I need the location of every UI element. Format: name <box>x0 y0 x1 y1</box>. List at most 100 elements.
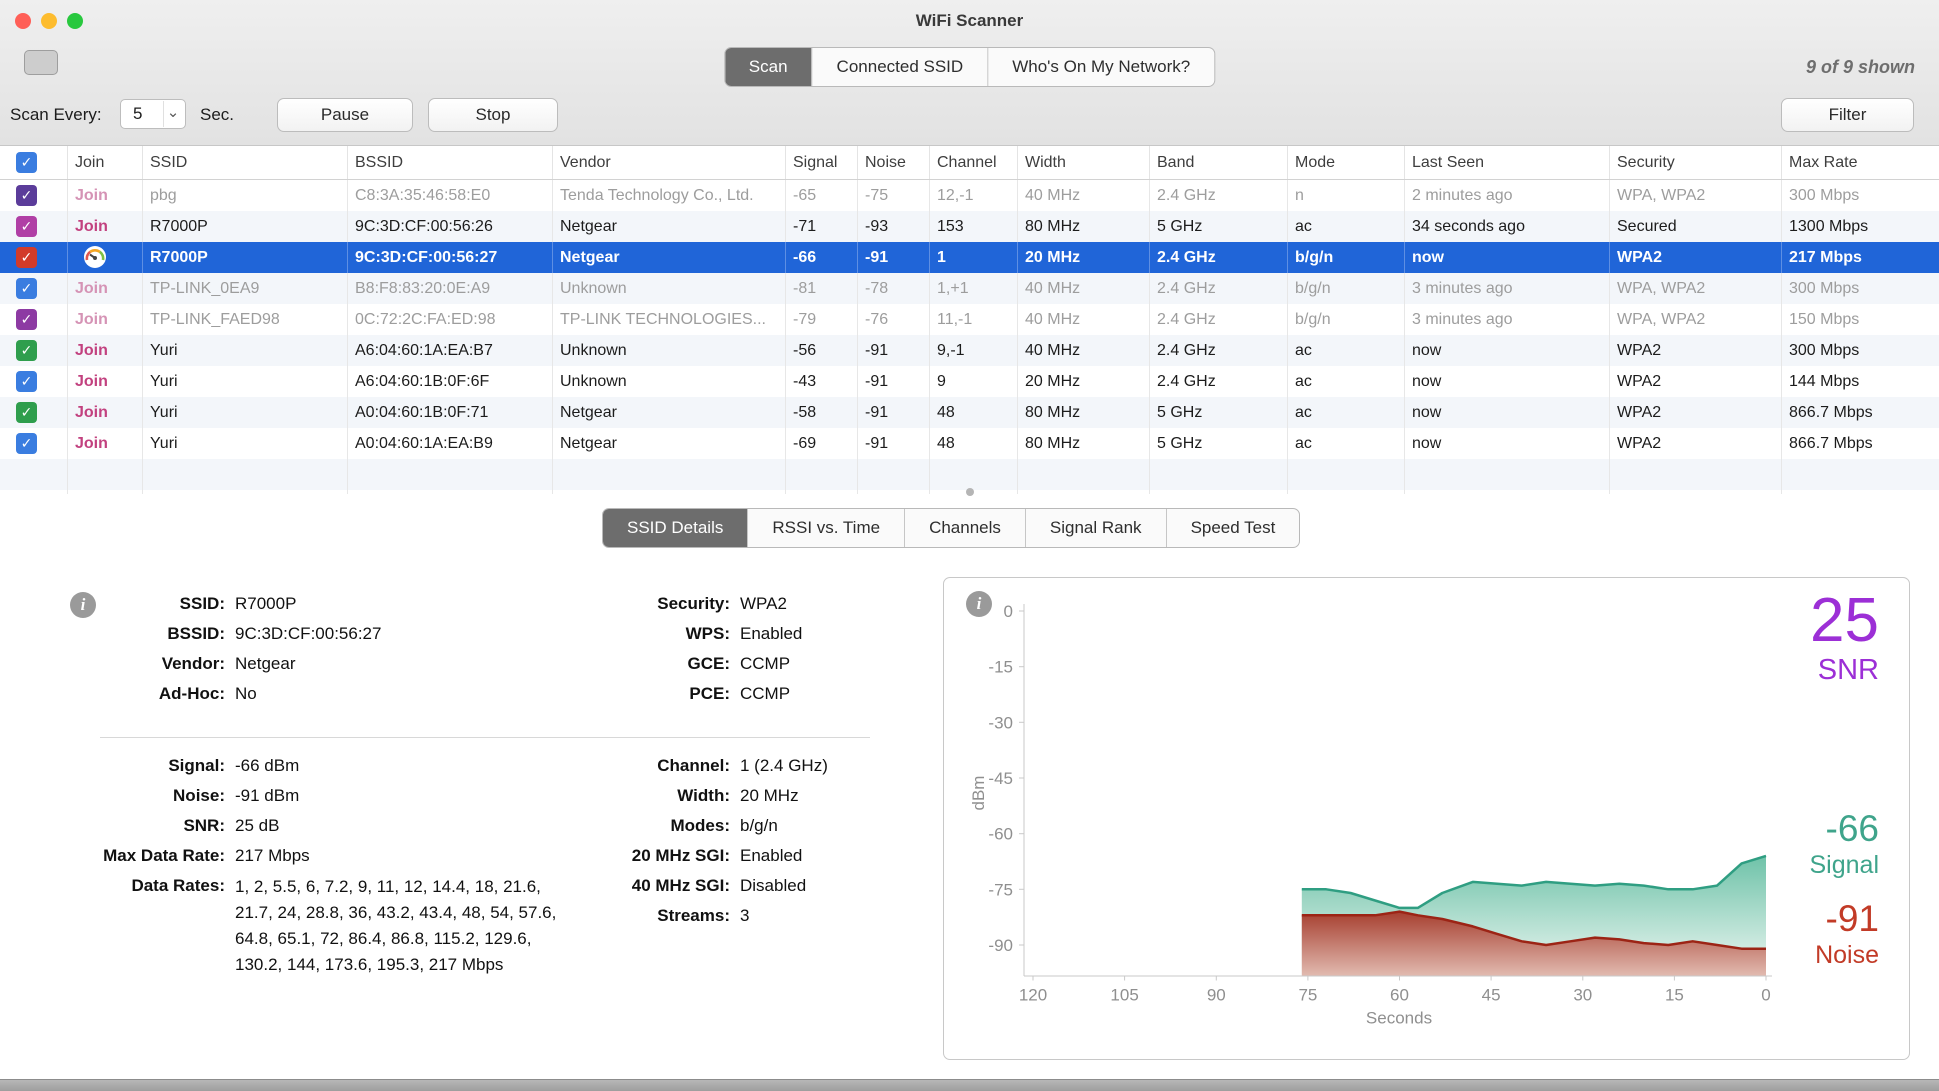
cell-mode: ac <box>1288 428 1405 459</box>
toolbar-tab-connected-ssid[interactable]: Connected SSID <box>812 48 988 86</box>
empty-cell <box>553 490 786 494</box>
column-header-mode[interactable]: Mode <box>1288 146 1405 179</box>
join-button[interactable]: Join <box>75 404 108 421</box>
row-checkbox[interactable]: ✓ <box>16 278 37 299</box>
detail-tab-signal-rank[interactable]: Signal Rank <box>1025 509 1166 547</box>
cell-ssid: Yuri <box>143 335 348 366</box>
table-row-tp-link-faed98[interactable]: ✓JoinTP-LINK_FAED980C:72:2C:FA:ED:98TP-L… <box>0 304 1939 335</box>
close-button[interactable] <box>15 13 31 29</box>
row-checkbox[interactable]: ✓ <box>16 402 37 423</box>
wifi-scanner-window: WiFi Scanner ScanConnected SSIDWho's On … <box>0 0 1939 1091</box>
detail-label-vendor: Vendor: <box>35 649 225 679</box>
cell-last_seen: 3 minutes ago <box>1405 273 1610 304</box>
empty-cell <box>0 459 68 490</box>
cell-security: WPA2 <box>1610 335 1782 366</box>
row-checkbox[interactable]: ✓ <box>16 185 37 206</box>
row-checkbox[interactable]: ✓ <box>16 247 37 268</box>
table-row-yuri[interactable]: ✓JoinYuriA0:04:60:1B:0F:71Netgear-58-914… <box>0 397 1939 428</box>
row-checkbox[interactable]: ✓ <box>16 371 37 392</box>
column-header-security[interactable]: Security <box>1610 146 1782 179</box>
minimize-button[interactable] <box>41 13 57 29</box>
toolbar-toggle-icon[interactable] <box>24 50 58 75</box>
cell-vendor: Netgear <box>553 242 786 273</box>
cell-width: 80 MHz <box>1018 211 1150 242</box>
join-button[interactable]: Join <box>75 187 108 204</box>
zoom-button[interactable] <box>67 13 83 29</box>
svg-text:-75: -75 <box>988 880 1013 899</box>
column-header-signal[interactable]: Signal <box>786 146 858 179</box>
table-row-r7000p[interactable]: ✓JoinR7000P9C:3D:CF:00:56:26Netgear-71-9… <box>0 211 1939 242</box>
column-header-vendor[interactable]: Vendor <box>553 146 786 179</box>
detail-value-ssid: R7000P <box>235 589 381 619</box>
join-button[interactable]: Join <box>75 311 108 328</box>
cell-mode: b/g/n <box>1288 273 1405 304</box>
table-row-r7000p[interactable]: ✓R7000P9C:3D:CF:00:56:27Netgear-66-91120… <box>0 242 1939 273</box>
cell-signal: -71 <box>786 211 858 242</box>
column-header-ssid[interactable]: SSID <box>143 146 348 179</box>
cell-last_seen: now <box>1405 366 1610 397</box>
empty-cell <box>930 490 1018 494</box>
cell-bssid: 9C:3D:CF:00:56:26 <box>348 211 553 242</box>
column-header-band[interactable]: Band <box>1150 146 1288 179</box>
table-row-pbg[interactable]: ✓JoinpbgC8:3A:35:46:58:E0Tenda Technolog… <box>0 180 1939 211</box>
table-row-tp-link-0ea9[interactable]: ✓JoinTP-LINK_0EA9B8:F8:83:20:0E:A9Unknow… <box>0 273 1939 304</box>
detail-tab-speed-test[interactable]: Speed Test <box>1166 509 1300 547</box>
detail-value-data-rates: 1, 2, 5.5, 6, 7.2, 9, 11, 12, 14.4, 18, … <box>235 871 570 978</box>
detail-value-gce: CCMP <box>740 649 802 679</box>
column-header-max-rate[interactable]: Max Rate <box>1782 146 1939 179</box>
snr-value: 25 <box>1810 590 1879 652</box>
join-button[interactable]: Join <box>75 280 108 297</box>
toolbar-tab-who-s-on-my-network[interactable]: Who's On My Network? <box>987 48 1214 86</box>
select-all-header[interactable]: ✓ <box>0 146 68 179</box>
stop-button[interactable]: Stop <box>428 98 558 132</box>
detail-tab-channels[interactable]: Channels <box>904 509 1025 547</box>
row-checkbox[interactable]: ✓ <box>16 433 37 454</box>
cell-bssid: 0C:72:2C:FA:ED:98 <box>348 304 553 335</box>
row-checkbox[interactable]: ✓ <box>16 216 37 237</box>
join-cell: Join <box>68 428 143 459</box>
svg-text:-45: -45 <box>988 769 1013 788</box>
cell-channel: 9 <box>930 366 1018 397</box>
row-checkbox[interactable]: ✓ <box>16 309 37 330</box>
column-header-bssid[interactable]: BSSID <box>348 146 553 179</box>
empty-cell <box>348 490 553 494</box>
pause-button[interactable]: Pause <box>277 98 413 132</box>
speed-gauge-icon <box>83 245 107 269</box>
signal-label: Signal <box>1810 853 1880 878</box>
row-checkbox[interactable]: ✓ <box>16 340 37 361</box>
snr-label: SNR <box>1810 656 1879 685</box>
select-all-checkbox[interactable]: ✓ <box>16 152 37 173</box>
cell-last_seen: now <box>1405 335 1610 366</box>
column-header-channel[interactable]: Channel <box>930 146 1018 179</box>
interval-dropdown[interactable]: 5 ⌄ <box>120 99 186 129</box>
cell-band: 5 GHz <box>1150 397 1288 428</box>
chevron-down-icon: ⌄ <box>163 101 182 127</box>
column-header-width[interactable]: Width <box>1018 146 1150 179</box>
cell-security: WPA2 <box>1610 366 1782 397</box>
join-button[interactable]: Join <box>75 342 108 359</box>
column-header-join[interactable]: Join <box>68 146 143 179</box>
splitter-handle[interactable] <box>966 488 974 496</box>
table-row-yuri[interactable]: ✓JoinYuriA0:04:60:1A:EA:B9Netgear-69-914… <box>0 428 1939 459</box>
svg-text:15: 15 <box>1665 986 1684 1005</box>
svg-text:105: 105 <box>1110 986 1138 1005</box>
cell-mode: ac <box>1288 211 1405 242</box>
column-header-noise[interactable]: Noise <box>858 146 930 179</box>
join-button[interactable]: Join <box>75 373 108 390</box>
network-table: ✓JoinSSIDBSSIDVendorSignalNoiseChannelWi… <box>0 146 1939 494</box>
cell-channel: 1,+1 <box>930 273 1018 304</box>
detail-tab-rssi-vs-time[interactable]: RSSI vs. Time <box>747 509 904 547</box>
table-row-yuri[interactable]: ✓JoinYuriA6:04:60:1A:EA:B7Unknown-56-919… <box>0 335 1939 366</box>
cell-vendor: Netgear <box>553 397 786 428</box>
empty-cell <box>143 459 348 490</box>
cell-max_rate: 150 Mbps <box>1782 304 1939 335</box>
join-button[interactable]: Join <box>75 218 108 235</box>
cell-band: 2.4 GHz <box>1150 242 1288 273</box>
join-button[interactable]: Join <box>75 435 108 452</box>
cell-noise: -91 <box>858 428 930 459</box>
column-header-last-seen[interactable]: Last Seen <box>1405 146 1610 179</box>
filter-button[interactable]: Filter <box>1781 98 1914 132</box>
table-row-yuri[interactable]: ✓JoinYuriA6:04:60:1B:0F:6FUnknown-43-919… <box>0 366 1939 397</box>
detail-tab-ssid-details[interactable]: SSID Details <box>603 509 747 547</box>
toolbar-tab-scan[interactable]: Scan <box>725 48 812 86</box>
